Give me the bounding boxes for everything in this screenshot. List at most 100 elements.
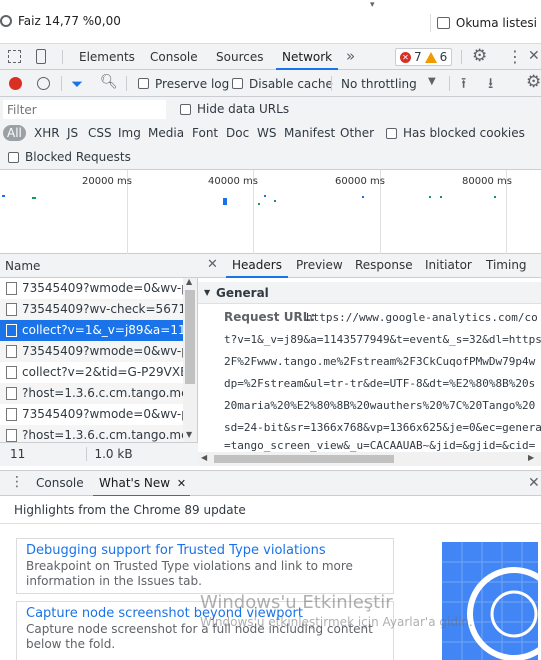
preserve-log-checkbox[interactable]: [138, 78, 149, 89]
settings-gear-icon[interactable]: ⚙: [472, 46, 487, 66]
general-section-header[interactable]: ▼ General: [198, 282, 541, 304]
scroll-thumb[interactable]: [185, 290, 195, 384]
feature-card-title[interactable]: Debugging support for Trusted Type viola…: [26, 543, 384, 558]
drawer-menu-icon[interactable]: ⋮: [10, 474, 24, 490]
overview-bar: [362, 196, 364, 198]
request-row[interactable]: ?host=1.3.6.c.cm.tango.me&p: [0, 383, 183, 404]
scroll-up-icon[interactable]: ▲: [186, 277, 192, 286]
clear-icon[interactable]: [37, 77, 50, 90]
tab-response[interactable]: Response: [355, 254, 413, 278]
network-overview[interactable]: 20000 ms 40000 ms 60000 ms 80000 ms: [0, 170, 541, 254]
network-settings-icon[interactable]: ⚙: [526, 72, 541, 92]
type-filter-all[interactable]: All: [3, 125, 26, 141]
close-tab-icon[interactable]: ✕: [177, 477, 186, 490]
overview-bar: [2, 195, 5, 197]
request-row[interactable]: 73545409?wmode=0&wv-par: [0, 341, 183, 362]
close-drawer-icon[interactable]: ✕: [528, 475, 540, 491]
disable-cache-checkbox[interactable]: [232, 78, 243, 89]
type-filter-doc[interactable]: Doc: [226, 126, 249, 140]
reading-list-button[interactable]: Okuma listesi: [456, 16, 537, 30]
status-divider: [85, 447, 87, 461]
type-filter-media[interactable]: Media: [148, 126, 184, 140]
request-row-selected[interactable]: collect?v=1&_v=j89&a=11435: [0, 320, 183, 341]
close-devtools-icon[interactable]: ✕: [528, 48, 540, 64]
request-row[interactable]: collect?v=2&tid=G-P29VXBN: [0, 362, 183, 383]
whats-new-panel: Highlights from the Chrome 89 update Deb…: [0, 496, 541, 660]
import-har-icon[interactable]: ⭱: [461, 73, 466, 98]
bookmark-bar: Faiz 14,77 %0,00 Okuma listesi ▾: [0, 0, 541, 44]
scroll-right-icon[interactable]: ▶: [528, 453, 534, 462]
hide-data-urls-checkbox[interactable]: [180, 104, 191, 115]
drawer-tab-whats-new[interactable]: What's New ✕: [93, 471, 191, 497]
throttling-select[interactable]: No throttling: [341, 77, 417, 91]
file-icon: [6, 282, 17, 295]
search-icon[interactable]: 🔍︎: [100, 74, 118, 90]
feature-card[interactable]: Capture node screenshot beyond viewport …: [16, 601, 394, 660]
close-details-icon[interactable]: ✕: [207, 257, 218, 272]
type-filter-js[interactable]: JS: [67, 126, 78, 140]
more-tabs-icon[interactable]: »: [346, 47, 355, 65]
inspect-element-icon[interactable]: [8, 50, 21, 63]
record-icon[interactable]: [9, 77, 22, 90]
scroll-thumb-h[interactable]: [214, 455, 394, 463]
scroll-down-icon[interactable]: ▼: [186, 430, 192, 439]
type-filter-xhr[interactable]: XHR: [34, 126, 60, 140]
device-toolbar-icon[interactable]: [36, 49, 46, 64]
filter-funnel-icon[interactable]: ⏷: [71, 75, 83, 93]
has-blocked-cookies-checkbox[interactable]: [386, 128, 397, 139]
tab-console[interactable]: Console: [144, 44, 204, 70]
request-url-label: Request URL:: [224, 310, 316, 324]
request-row[interactable]: 73545409?wmode=0&wv-par: [0, 278, 183, 299]
request-list-scrollbar[interactable]: ▲ ▼: [183, 277, 197, 442]
chevron-down-icon[interactable]: ▼: [428, 76, 436, 87]
error-icon: ✕: [400, 51, 411, 63]
tab-initiator[interactable]: Initiator: [425, 254, 472, 278]
type-filter-manifest[interactable]: Manifest: [284, 126, 335, 140]
type-filter-css[interactable]: CSS: [88, 126, 112, 140]
overview-bar: [264, 195, 266, 197]
dropdown-arrow-icon[interactable]: ▾: [370, 0, 375, 10]
tab-timing[interactable]: Timing: [486, 254, 527, 278]
tick-label: 20000 ms: [82, 176, 132, 187]
request-row[interactable]: 73545409?wmode=0&wv-par: [0, 404, 183, 425]
bookmark-item-faiz[interactable]: Faiz 14,77 %0,00: [18, 14, 121, 28]
export-har-icon[interactable]: ⭳: [488, 73, 493, 98]
feature-card[interactable]: Debugging support for Trusted Type viola…: [16, 538, 394, 594]
chrome-update-graphic: [442, 542, 538, 660]
issues-counter[interactable]: ✕ 7 6: [395, 48, 453, 66]
type-filter-font[interactable]: Font: [192, 126, 218, 140]
type-filter-other[interactable]: Other: [340, 126, 374, 140]
request-name: 73545409?wmode=0&wv-par: [22, 344, 183, 358]
request-name: collect?v=2&tid=G-P29VXBN: [22, 365, 183, 379]
file-icon: [6, 366, 17, 379]
tab-elements[interactable]: Elements: [73, 44, 141, 70]
feature-card-title[interactable]: Capture node screenshot beyond viewport: [26, 606, 384, 621]
has-blocked-cookies-label: Has blocked cookies: [403, 126, 525, 140]
name-column-header[interactable]: Name: [0, 254, 198, 278]
tab-preview[interactable]: Preview: [296, 254, 343, 278]
tab-network[interactable]: Network: [276, 44, 339, 70]
file-icon: [6, 429, 17, 442]
scroll-left-icon[interactable]: ◀: [201, 453, 207, 462]
overview-bar: [32, 197, 36, 199]
bookmark-favicon-icon: [0, 15, 12, 27]
overview-bar: [440, 196, 442, 198]
request-row[interactable]: ?host=1.3.6.c.cm.tango.me&p: [0, 425, 183, 442]
overview-bar: [429, 196, 431, 198]
drawer-tab-console[interactable]: Console: [36, 476, 84, 490]
blocked-requests-checkbox[interactable]: [8, 152, 19, 163]
type-filter-ws[interactable]: WS: [257, 126, 276, 140]
chrome-update-image: [442, 542, 538, 660]
details-tab-bar: ✕ Headers Preview Response Initiator Tim…: [198, 254, 541, 278]
request-name: 73545409?wmode=0&wv-par: [22, 407, 183, 421]
toolbar-divider-3: [61, 76, 62, 91]
tab-sources[interactable]: Sources: [210, 44, 269, 70]
request-count: 11 requests: [10, 447, 62, 483]
request-row[interactable]: 73545409?wv-check=5671&w: [0, 299, 183, 320]
details-hscrollbar[interactable]: ◀ ▶: [198, 452, 541, 466]
tab-headers[interactable]: Headers: [226, 254, 288, 278]
more-options-icon[interactable]: ⋮: [507, 47, 523, 66]
filter-input[interactable]: [3, 100, 166, 119]
type-filter-img[interactable]: Img: [118, 126, 141, 140]
feature-card-desc: information in the Issues tab.: [26, 574, 202, 588]
